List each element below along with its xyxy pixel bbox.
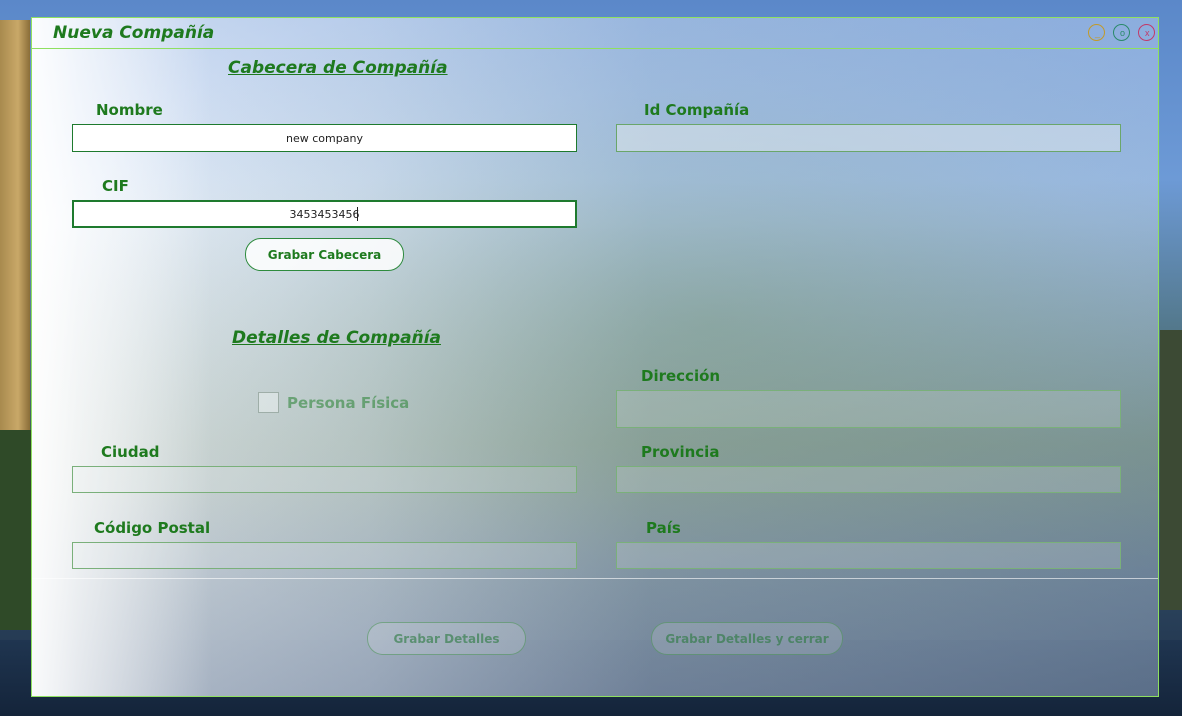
id-company-label: Id Compañía xyxy=(644,101,750,119)
save-details-close-button[interactable]: Grabar Detalles y cerrar xyxy=(651,622,843,655)
save-details-button[interactable]: Grabar Detalles xyxy=(367,622,526,655)
direccion-label: Dirección xyxy=(641,367,721,385)
pais-label: País xyxy=(646,519,681,537)
header-section-title: Cabecera de Compañía xyxy=(228,58,448,78)
provincia-input[interactable] xyxy=(616,466,1121,493)
window-title: Nueva Compañía xyxy=(53,23,215,43)
ciudad-input[interactable] xyxy=(72,466,577,493)
pais-input[interactable] xyxy=(616,542,1121,569)
persona-fisica-label: Persona Física xyxy=(287,394,410,412)
background-trees-right xyxy=(1160,330,1182,610)
close-button[interactable]: x xyxy=(1138,24,1155,41)
cif-input[interactable] xyxy=(72,200,577,228)
title-bar[interactable]: Nueva Compañía _ o x xyxy=(32,18,1158,49)
text-caret xyxy=(357,207,358,221)
details-section-title: Detalles de Compañía xyxy=(232,328,441,348)
codigo-postal-label: Código Postal xyxy=(94,519,211,537)
form-content: Cabecera de Compañía Nombre Id Compañía … xyxy=(32,18,1158,696)
maximize-button[interactable]: o xyxy=(1113,24,1130,41)
nombre-input[interactable] xyxy=(72,124,577,152)
nombre-label: Nombre xyxy=(96,101,163,119)
direccion-input[interactable] xyxy=(616,390,1121,428)
ciudad-label: Ciudad xyxy=(101,443,160,461)
new-company-window: Nueva Compañía _ o x Cabecera de Compañí… xyxy=(31,17,1159,697)
cif-label: CIF xyxy=(102,177,129,195)
codigo-postal-input[interactable] xyxy=(72,542,577,569)
divider xyxy=(32,578,1158,579)
minimize-button[interactable]: _ xyxy=(1088,24,1105,41)
provincia-label: Provincia xyxy=(641,443,720,461)
persona-fisica-checkbox[interactable] xyxy=(258,392,279,413)
save-header-button[interactable]: Grabar Cabecera xyxy=(245,238,404,271)
id-company-input[interactable] xyxy=(616,124,1121,152)
